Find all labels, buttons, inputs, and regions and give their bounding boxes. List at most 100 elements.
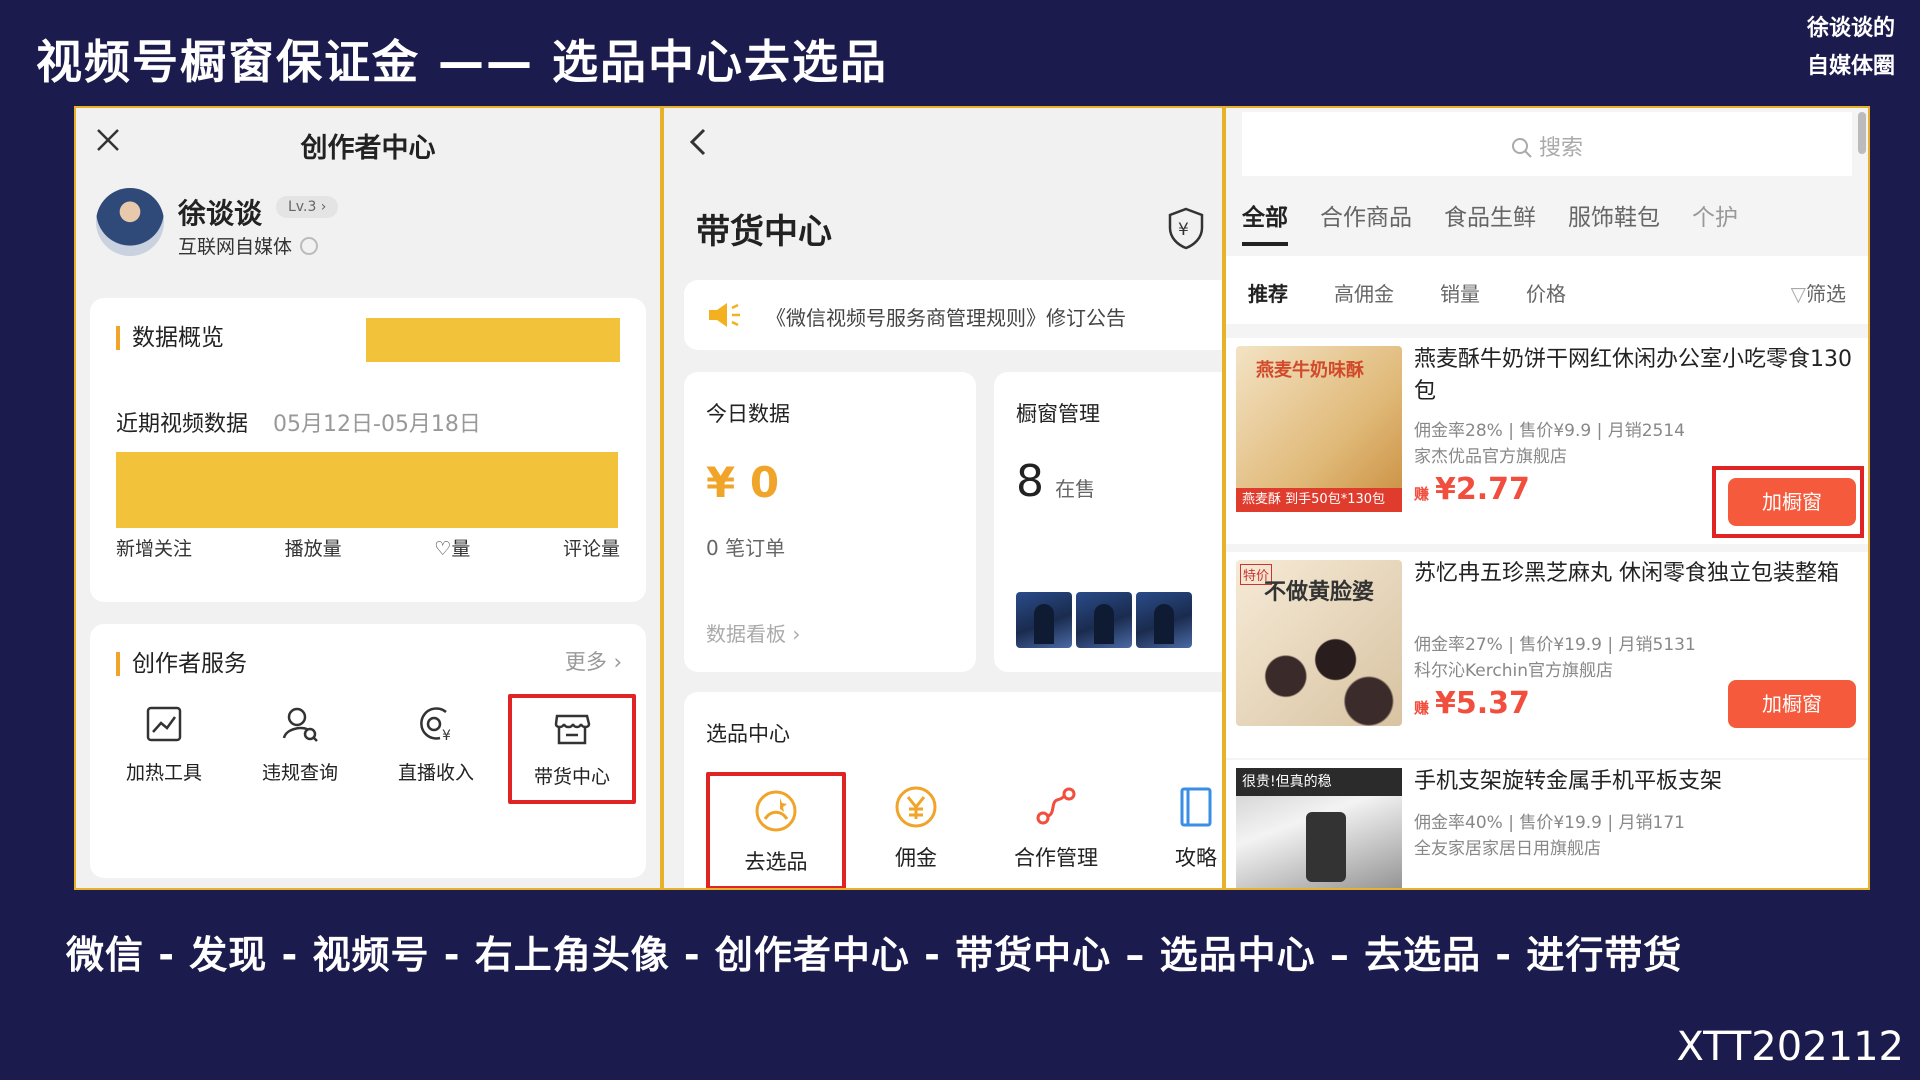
product-image[interactable]: 燕麦牛奶味酥 燕麦酥 到手50包*130包 [1236, 346, 1402, 512]
product-thumbnail[interactable] [1076, 592, 1132, 648]
stat-label: 播放量 [284, 538, 342, 560]
speaker-icon [709, 303, 740, 327]
today-amount: ¥ 0 [706, 458, 780, 507]
window-count-row: 8 在售 [1016, 456, 1095, 507]
profile-name: 徐谈谈 [178, 197, 263, 230]
slide-subtitle: 微信 - 发现 - 视频号 - 右上角头像 - 创作者中心 - 带货中心 – 选… [66, 933, 1683, 977]
tab-cooperation[interactable]: 合作商品 [1320, 198, 1412, 246]
shield-icon[interactable]: ¥ [1166, 206, 1206, 250]
profile-tag: 互联网自媒体 [178, 232, 319, 259]
notice-bar[interactable]: 《微信视频号服务商管理规则》修订公告 [684, 280, 1222, 350]
stat-label: 新增关注 [116, 538, 193, 560]
logo-line1: 徐谈谈的 [1806, 16, 1895, 41]
go-select-button[interactable]: 去选品 [706, 772, 846, 888]
sort-commission[interactable]: 高佣金 [1334, 278, 1394, 307]
product-name[interactable]: 手机支架旋转金属手机平板支架 [1414, 766, 1852, 798]
stat-label: 评论量 [562, 538, 620, 560]
selection-label: 去选品 [744, 850, 808, 874]
service-heat-tool[interactable]: 加热工具 [100, 694, 228, 804]
selection-items: 去选品 佣金 合作管理 攻略 [706, 772, 1222, 888]
svg-text:¥: ¥ [442, 728, 451, 744]
window-management-card[interactable]: 橱窗管理 8 在售 [994, 372, 1222, 672]
selection-label: 佣金 [895, 846, 937, 870]
sort-recommend[interactable]: 推荐 [1248, 278, 1288, 307]
sales-center-panel: 带货中心 ¥ 《微信视频号服务商管理规则》修订公告 今日数据 ¥ 0 0 笔订单… [662, 106, 1224, 890]
product-shop: 全友家居家居日用旗舰店 [1414, 839, 1601, 859]
more-link[interactable]: 更多 › [565, 646, 622, 676]
dashboard-link[interactable]: 数据看板 › [706, 618, 800, 647]
scrollbar[interactable] [1858, 112, 1866, 154]
product-image-tag: 燕麦酥 到手50包*130包 [1236, 488, 1402, 512]
service-live-income[interactable]: ¥ 直播收入 [372, 694, 500, 804]
add-to-window-button[interactable]: 加橱窗 [1728, 680, 1856, 728]
tab-all[interactable]: 全部 [1242, 198, 1288, 246]
creator-services-card: 创作者服务 更多 › 加热工具 违规查询 ¥ 直播收入 带货中心 [90, 624, 646, 878]
creator-title: 创作者中心 [300, 133, 436, 164]
cooperation-button[interactable]: 合作管理 [986, 772, 1126, 888]
product-card[interactable]: 特价 不做黄脸婆 苏忆冉五珍黑芝麻丸 休闲零食独立包装整箱 佣金率27% | 售… [1226, 552, 1868, 758]
user-search-icon [282, 707, 318, 742]
today-data-card[interactable]: 今日数据 ¥ 0 0 笔订单 数据看板 › [684, 372, 976, 672]
product-thumbnail[interactable] [1136, 592, 1192, 648]
product-shop: 科尔沁Kerchin官方旗舰店 [1414, 661, 1613, 681]
tab-food[interactable]: 食品生鲜 [1444, 198, 1536, 246]
service-label: 直播收入 [397, 762, 474, 784]
sort-bar: 推荐 高佣金 销量 价格 ▽筛选 [1226, 256, 1868, 324]
back-icon[interactable] [686, 126, 710, 158]
redacted-block [366, 318, 620, 362]
product-meta: 佣金率28% | 售价¥9.9 | 月销2514 [1414, 421, 1685, 441]
service-violation-query[interactable]: 违规查询 [236, 694, 364, 804]
redacted-stats-block [116, 452, 618, 528]
data-overview-card: 数据概览 近期视频数据 05月12日-05月18日 新增关注 播放量 ♡量 评论… [90, 298, 646, 602]
logo-line2: 自媒体圈 [1806, 54, 1895, 79]
product-card[interactable]: 很贵!但真的稳 手机支架旋转金属手机平板支架 佣金率40% | 售价¥19.9 … [1226, 760, 1868, 888]
product-image[interactable]: 很贵!但真的稳 [1236, 768, 1402, 888]
search-placeholder-text: 搜索 [1538, 136, 1583, 161]
profile[interactable]: 徐谈谈 Lv.3 › 互联网自媒体 [76, 178, 660, 268]
filter-icon: ▽ [1790, 282, 1806, 306]
tab-apparel[interactable]: 服饰鞋包 [1568, 198, 1660, 246]
add-to-window-button[interactable]: 加橱窗 [1728, 478, 1856, 526]
chart-icon [146, 706, 182, 742]
product-market-panel: 搜索 全部 合作商品 食品生鲜 服饰鞋包 个护 推荐 高佣金 销量 价格 ▽筛选… [1224, 106, 1870, 890]
avatar[interactable] [96, 188, 164, 256]
selection-label: 攻略 [1175, 846, 1217, 870]
window-unit: 在售 [1055, 477, 1096, 501]
product-name[interactable]: 苏忆冉五珍黑芝麻丸 休闲零食独立包装整箱 [1414, 558, 1852, 590]
product-image-tag-text: 燕麦酥 [1242, 492, 1282, 507]
product-shop: 家杰优品官方旗舰店 [1414, 447, 1567, 467]
yen-icon [895, 786, 937, 828]
earn-label: 赚 [1414, 485, 1430, 503]
product-meta: 佣金率40% | 售价¥19.9 | 月销171 [1414, 813, 1685, 833]
sort-price[interactable]: 价格 [1526, 278, 1566, 307]
services-row: 加热工具 违规查询 ¥ 直播收入 带货中心 [100, 694, 636, 804]
product-thumbnail[interactable] [1016, 592, 1072, 648]
product-image[interactable]: 特价 不做黄脸婆 [1236, 560, 1402, 726]
recent-data-label: 近期视频数据 05月12日-05月18日 [116, 406, 481, 438]
store-icon [554, 714, 591, 745]
select-product-icon [755, 790, 797, 832]
service-sales-center[interactable]: 带货中心 [508, 694, 636, 804]
product-earn: 赚 ¥5.37 [1414, 686, 1530, 721]
date-range: 05月12日-05月18日 [273, 412, 481, 437]
product-name[interactable]: 燕麦酥牛奶饼干网红休闲办公室小吃零食130包 [1414, 344, 1852, 408]
tab-personal-care[interactable]: 个护 [1692, 198, 1738, 246]
sales-center-title: 带货中心 [696, 212, 832, 252]
filter-button[interactable]: ▽筛选 [1791, 278, 1846, 307]
search-bar[interactable]: 搜索 [1242, 112, 1852, 176]
sort-sales[interactable]: 销量 [1440, 278, 1480, 307]
phone-stand-icon [1306, 812, 1346, 882]
guide-button[interactable]: 攻略 [1126, 772, 1222, 888]
product-card[interactable]: 燕麦牛奶味酥 燕麦酥 到手50包*130包 燕麦酥牛奶饼干网红休闲办公室小吃零食… [1226, 338, 1868, 544]
recent-label: 近期视频数据 [116, 412, 249, 437]
commission-button[interactable]: 佣金 [846, 772, 986, 888]
earn-price: ¥2.77 [1435, 472, 1530, 507]
verify-icon [300, 237, 319, 255]
creator-header: 创作者中心 [76, 108, 660, 178]
level-badge[interactable]: Lv.3 › [276, 196, 339, 218]
live-income-icon: ¥ [420, 707, 451, 744]
window-title: 橱窗管理 [1016, 402, 1100, 426]
service-label: 带货中心 [533, 766, 610, 788]
profile-tag-text: 互联网自媒体 [178, 236, 293, 258]
filter-label: 筛选 [1806, 282, 1846, 306]
